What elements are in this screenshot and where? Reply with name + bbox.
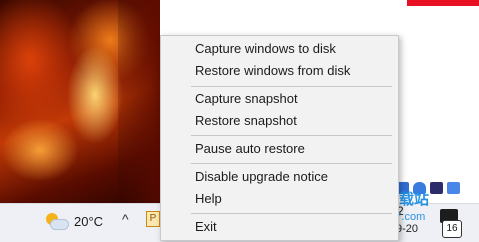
menu-item-restore-windows-from-disk[interactable]: Restore windows from disk <box>161 60 398 82</box>
weather-temperature: 20°C <box>74 213 104 229</box>
menu-item-disable-upgrade-notice[interactable]: Disable upgrade notice <box>161 166 398 188</box>
menu-item-help[interactable]: Help <box>161 188 398 210</box>
menu-separator <box>191 135 392 136</box>
menu-separator <box>191 163 392 164</box>
window-close-accent[interactable] <box>407 0 479 6</box>
clock-date[interactable]: 9-20 <box>396 223 418 235</box>
menu-item-restore-snapshot[interactable]: Restore snapshot <box>161 110 398 132</box>
menu-separator <box>191 86 392 87</box>
shirt-icon[interactable] <box>430 182 443 194</box>
menu-item-capture-snapshot[interactable]: Capture snapshot <box>161 88 398 110</box>
tray-icons-group <box>396 182 460 194</box>
menu-item-capture-windows-to-disk[interactable]: Capture windows to disk <box>161 38 398 60</box>
weather-sun-cloud-icon <box>44 211 69 231</box>
menu-separator <box>191 213 392 214</box>
tray-context-menu: Capture windows to disk Restore windows … <box>160 35 399 241</box>
tray-app-icon[interactable]: P <box>146 211 160 227</box>
menu-item-pause-auto-restore[interactable]: Pause auto restore <box>161 138 398 160</box>
weather-widget[interactable]: 20°C <box>44 208 103 234</box>
menu-item-exit[interactable]: Exit <box>161 216 398 238</box>
notification-badge[interactable]: 16 <box>442 220 462 238</box>
grid-icon[interactable] <box>447 182 460 194</box>
person-icon[interactable] <box>413 182 426 194</box>
desktop-wallpaper <box>0 0 160 203</box>
chevron-up-icon[interactable]: ^ <box>122 211 129 227</box>
